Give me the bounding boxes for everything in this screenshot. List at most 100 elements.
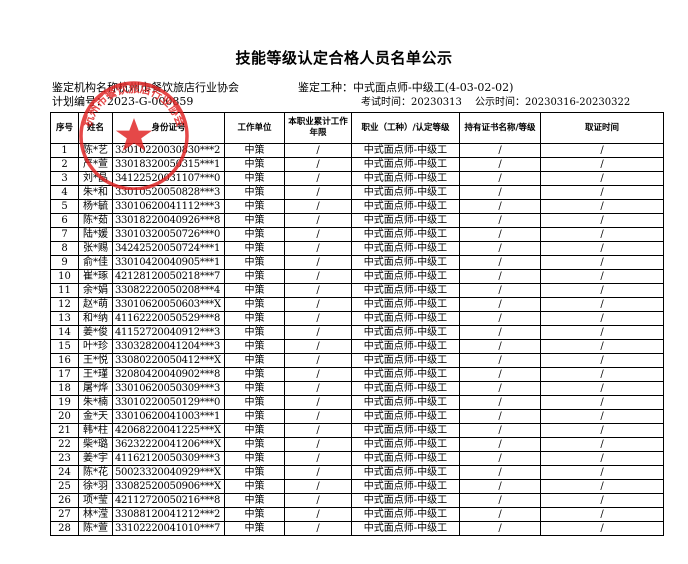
roster-table: 序号 姓名 身份证号 工作单位 本职业累计工作年限 职业（工种）/认定等级 持有证书名称/等… [50,112,664,536]
work-years-cell: / [284,451,352,466]
trade-label: 鉴定工种：中式面点师-中级工(4-03-02-02) [298,81,514,94]
id-number-cell: 41162220050529***8 [112,311,225,326]
seq-cell: 2 [50,157,79,172]
id-number-cell: 33080220050412***X [112,353,225,368]
name-cell: 陆*媛 [78,227,113,242]
table-row: 14 姜*俊 41152720040912***3 中策 / 中式面点师-中级工 / / [50,325,664,340]
certificate-cell: / [459,437,541,452]
id-number-cell: 41152720040912***3 [112,325,225,340]
seq-cell: 27 [50,507,79,522]
work-years-cell: / [284,213,352,228]
seq-cell: 16 [50,353,79,368]
certificate-cell: / [459,269,541,284]
certificate-cell: / [459,227,541,242]
seq-cell: 12 [50,297,79,312]
id-number-cell: 42112720050216***8 [112,493,225,508]
seq-cell: 9 [50,255,79,270]
seq-cell: 28 [50,521,79,536]
work-years-cell: / [284,479,352,494]
work-years-cell: / [284,283,352,298]
employer-cell: 中策 [224,451,285,466]
occupation-level-cell: 中式面点师-中级工 [351,185,460,200]
seq-cell: 15 [50,339,79,354]
seq-cell: 8 [50,241,79,256]
id-number-cell: 33082220050208***4 [112,283,225,298]
name-cell: 刘*晶 [78,171,113,186]
table-row: 15 叶*珍 33032820041204***3 中策 / 中式面点师-中级工 / / [50,339,664,354]
work-years-cell: / [284,423,352,438]
cert-date-cell: / [540,185,664,200]
cert-date-cell: / [540,409,664,424]
employer-cell: 中策 [224,325,285,340]
occupation-level-cell: 中式面点师-中级工 [351,409,460,424]
certificate-cell: / [459,185,541,200]
table-row: 21 韩*柱 42068220041225***X 中策 / 中式面点师-中级工 / / [50,423,664,438]
employer-cell: 中策 [224,255,285,270]
table-row: 25 徐*羽 33082520050906***X 中策 / 中式面点师-中级工 / / [50,479,664,494]
cert-date-cell: / [540,143,664,158]
table-row: 12 赵*萌 33010620050603***X 中策 / 中式面点师-中级工 / / [50,297,664,312]
document-title: 技能等级认定合格人员名单公示 [235,49,453,67]
name-cell: 徐*羽 [78,479,113,494]
occupation-level-cell: 中式面点师-中级工 [351,171,460,186]
cert-date-cell: / [540,213,664,228]
cert-date-cell: / [540,269,664,284]
certificate-cell: / [459,143,541,158]
name-cell: 项*莹 [78,493,113,508]
cert-date-cell: / [540,157,664,172]
id-number-cell: 33082520050906***X [112,479,225,494]
id-number-cell: 33102220041010***7 [112,521,225,536]
table-row: 16 王*悦 33080220050412***X 中策 / 中式面点师-中级工 / / [50,353,664,368]
cert-date-cell: / [540,171,664,186]
employer-cell: 中策 [224,297,285,312]
cert-date-cell: / [540,423,664,438]
name-cell: 陈*花 [78,465,113,480]
certificate-cell: / [459,311,541,326]
employer-cell: 中策 [224,437,285,452]
certificate-cell: / [459,241,541,256]
header-name: 姓名 [78,112,113,144]
certificate-cell: / [459,507,541,522]
occupation-level-cell: 中式面点师-中级工 [351,199,460,214]
certificate-cell: / [459,283,541,298]
employer-cell: 中策 [224,311,285,326]
name-cell: 崔*琢 [78,269,113,284]
name-cell: 和*纳 [78,311,113,326]
work-years-cell: / [284,325,352,340]
certificate-cell: / [459,395,541,410]
seq-cell: 1 [50,143,79,158]
occupation-level-cell: 中式面点师-中级工 [351,423,460,438]
certificate-cell: / [459,479,541,494]
name-cell: 姜*宇 [78,451,113,466]
seq-cell: 25 [50,479,79,494]
header-certificate: 持有证书名称/等级 [459,112,541,144]
id-number-cell: 33010220030830***2 [112,143,225,158]
id-number-cell: 36232220041206***X [112,437,225,452]
occupation-level-cell: 中式面点师-中级工 [351,521,460,536]
employer-cell: 中策 [224,521,285,536]
seq-cell: 18 [50,381,79,396]
name-cell: 韩*柱 [78,423,113,438]
cert-date-cell: / [540,521,664,536]
id-number-cell: 33018220040926***8 [112,213,225,228]
table-row: 17 王*瑾 32080420040902***8 中策 / 中式面点师-中级工 / / [50,367,664,382]
id-number-cell: 34122520031107***0 [112,171,225,186]
id-number-cell: 33010620041112***3 [112,199,225,214]
occupation-level-cell: 中式面点师-中级工 [351,325,460,340]
table-row: 5 杨*毓 33010620041112***3 中策 / 中式面点师-中级工 / / [50,199,664,214]
table-row: 13 和*纳 41162220050529***8 中策 / 中式面点师-中级工 / / [50,311,664,326]
cert-date-cell: / [540,353,664,368]
header-work-years: 本职业累计工作年限 [284,112,352,144]
cert-date-cell: / [540,437,664,452]
occupation-level-cell: 中式面点师-中级工 [351,465,460,480]
certificate-cell: / [459,255,541,270]
employer-cell: 中策 [224,241,285,256]
occupation-level-cell: 中式面点师-中级工 [351,451,460,466]
table-row: 22 柴*璐 36232220041206***X 中策 / 中式面点师-中级工 / / [50,437,664,452]
table-header-row: 序号 姓名 身份证号 工作单位 本职业累计工作年限 职业（工种）/认定等级 持有证书名称/等… [50,112,664,144]
seq-cell: 26 [50,493,79,508]
table-row: 24 陈*花 50023320040929***X 中策 / 中式面点师-中级工 / / [50,465,664,480]
name-cell: 林*滢 [78,507,113,522]
name-cell: 王*悦 [78,353,113,368]
exam-time: 考试时间：20230313 [361,97,462,108]
